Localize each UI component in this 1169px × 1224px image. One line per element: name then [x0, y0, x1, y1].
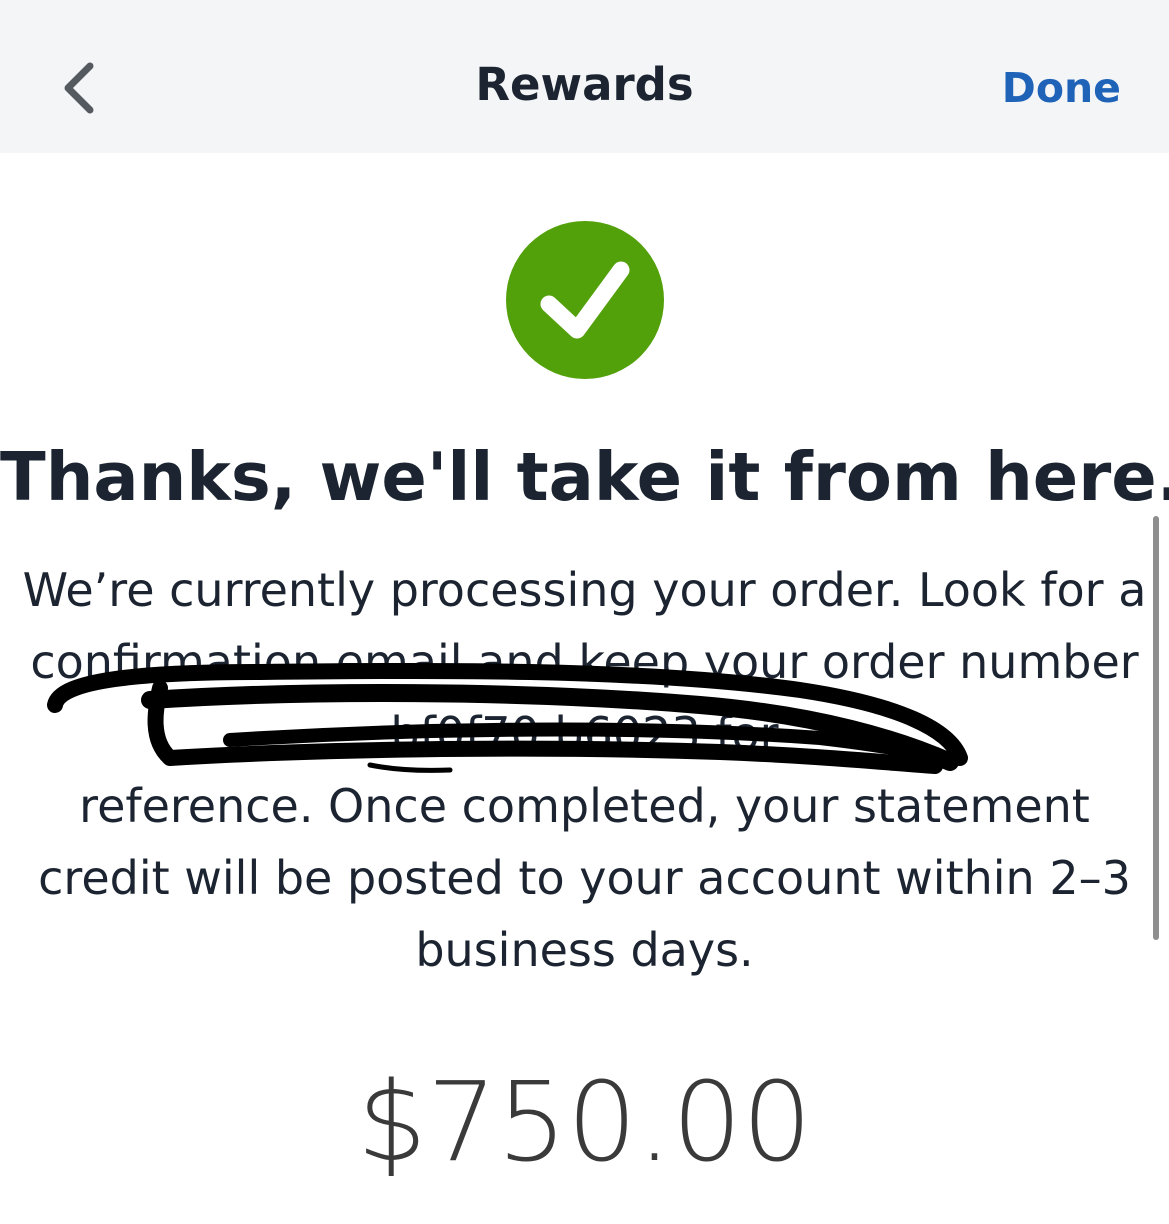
- message-line: credit will be posted to your account wi…: [38, 851, 1131, 905]
- message-line: We’re currently processing your order. L…: [22, 563, 1147, 617]
- confirmation-message: We’re currently processing your order. L…: [20, 554, 1149, 986]
- message-line: reference. Once completed, your statemen…: [79, 779, 1090, 833]
- message-line: confirmation email and keep your order n…: [30, 635, 1139, 689]
- credit-amount: $750.00: [357, 1058, 812, 1186]
- success-headline: Thanks, we'll take it from here.: [0, 438, 1169, 516]
- message-line: business days.: [415, 923, 754, 977]
- page-title: Rewards: [475, 58, 694, 111]
- check-circle-icon: [506, 221, 664, 379]
- nav-bar: Rewards Done: [0, 0, 1169, 153]
- message-line: bf0f70 b6023 for: [390, 707, 779, 761]
- scrollbar[interactable]: [1153, 516, 1159, 940]
- done-button[interactable]: Done: [1002, 64, 1121, 112]
